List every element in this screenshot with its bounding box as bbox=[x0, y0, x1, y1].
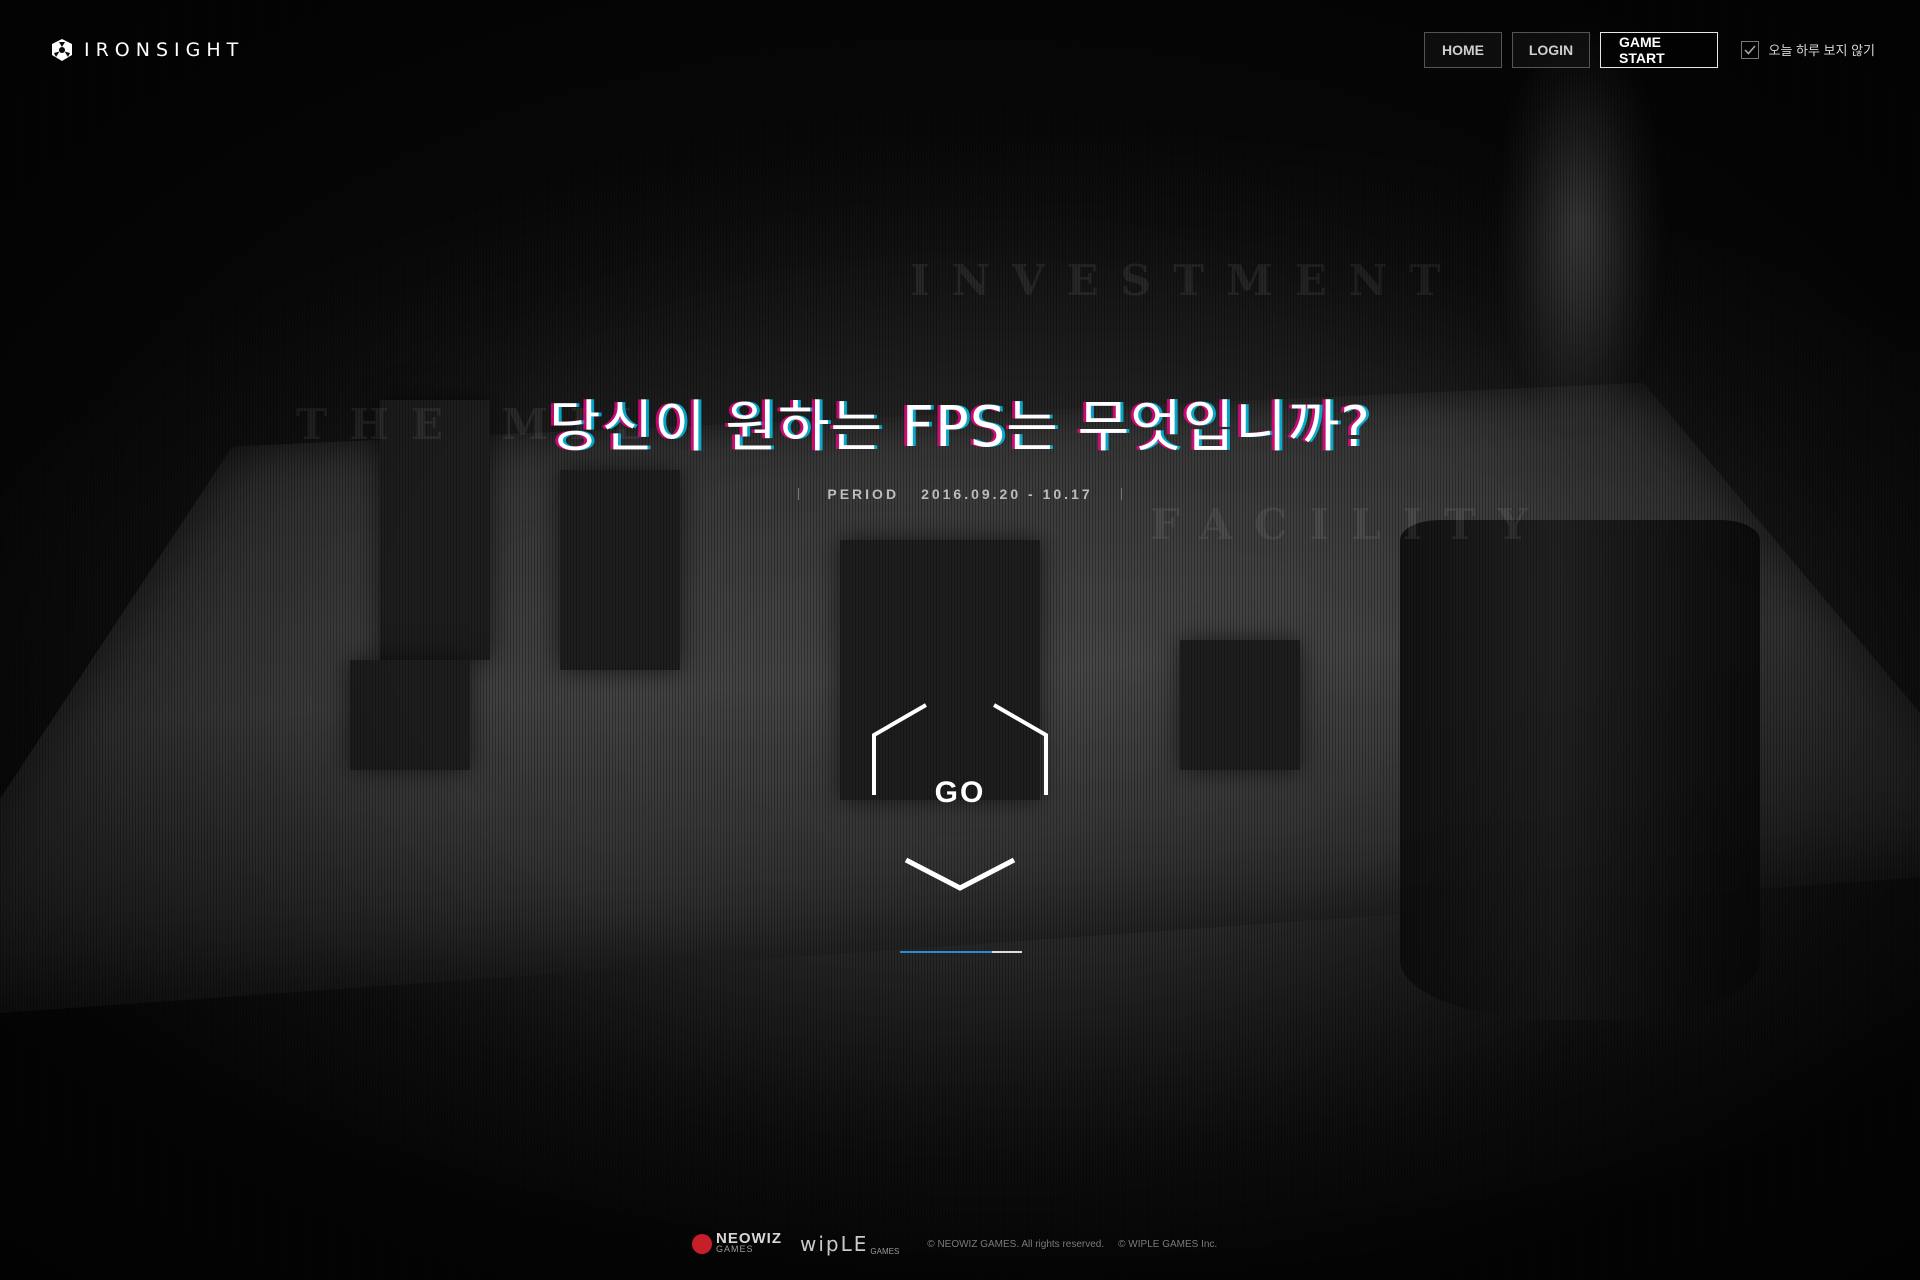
wiple-logo[interactable]: wipLE GAMES bbox=[800, 1232, 899, 1256]
scroll-progress-fill bbox=[900, 951, 992, 953]
divider bbox=[1120, 488, 1122, 500]
game-start-button[interactable]: GAME START bbox=[1600, 32, 1718, 68]
home-button[interactable]: HOME bbox=[1424, 32, 1502, 68]
bg-text-facility: FACILITY bbox=[1150, 500, 1550, 549]
period-label: PERIOD bbox=[827, 486, 900, 502]
event-period: PERIOD 2016.09.20 - 10.17 bbox=[0, 486, 1920, 502]
copyright: © NEOWIZ GAMES. All rights reserved. © W… bbox=[927, 1239, 1217, 1250]
skip-today-label: 오늘 하루 보지 않기 bbox=[1768, 43, 1875, 58]
miniature-building bbox=[350, 660, 470, 770]
divider bbox=[798, 488, 800, 500]
neowiz-mark-icon bbox=[692, 1234, 712, 1254]
neowiz-logo[interactable]: NEOWIZ GAMES bbox=[692, 1230, 782, 1254]
skip-today-toggle[interactable]: 오늘 하루 보지 않기 bbox=[1741, 40, 1875, 59]
copyright-neowiz: © NEOWIZ GAMES. All rights reserved. bbox=[927, 1238, 1105, 1250]
miniature-building bbox=[1180, 640, 1300, 770]
go-button[interactable]: GO bbox=[868, 700, 1052, 900]
top-nav: HOME LOGIN GAME START bbox=[1424, 32, 1718, 68]
bg-text-investment: INVESTMENT bbox=[910, 256, 1463, 305]
neowiz-sub: GAMES bbox=[716, 1244, 754, 1254]
period-dates: 2016.09.20 - 10.17 bbox=[921, 486, 1093, 502]
smoke bbox=[1440, 0, 1720, 560]
neowiz-name: NEOWIZ bbox=[716, 1230, 782, 1247]
wiple-sub: GAMES bbox=[870, 1247, 900, 1256]
check-icon bbox=[1744, 45, 1757, 55]
hero-headline: 당신이 원하는 FPS는 무엇입니까? bbox=[549, 395, 1371, 460]
footer: NEOWIZ GAMES wipLE GAMES © NEOWIZ GAMES.… bbox=[692, 1230, 1217, 1256]
login-button[interactable]: LOGIN bbox=[1512, 32, 1590, 68]
copyright-wiple: © WIPLE GAMES Inc. bbox=[1118, 1238, 1218, 1250]
smokestack bbox=[1400, 520, 1760, 1020]
brand-name: IRONSIGHT bbox=[84, 39, 245, 61]
go-label: GO bbox=[934, 776, 986, 809]
ironsight-logo-icon bbox=[50, 38, 74, 62]
brand-logo[interactable]: IRONSIGHT bbox=[50, 38, 244, 62]
skip-today-checkbox[interactable] bbox=[1741, 40, 1760, 59]
background-scene: INVESTMENT THE MIL FACILITY bbox=[0, 0, 1920, 1280]
scroll-progress bbox=[900, 951, 1022, 953]
wiple-name: wipLE bbox=[800, 1232, 869, 1256]
